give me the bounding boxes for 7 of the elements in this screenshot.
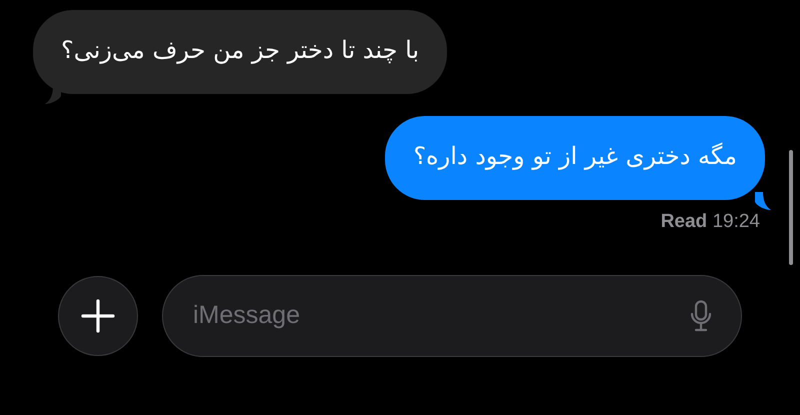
scrollbar[interactable] <box>789 150 793 265</box>
bubble-tail <box>755 192 771 210</box>
plus-icon <box>81 298 115 332</box>
read-receipt: Read 19:24 <box>660 210 760 234</box>
message-field[interactable]: iMessage <box>162 274 742 356</box>
microphone-icon[interactable] <box>690 300 712 332</box>
bubble-tail <box>45 86 61 104</box>
